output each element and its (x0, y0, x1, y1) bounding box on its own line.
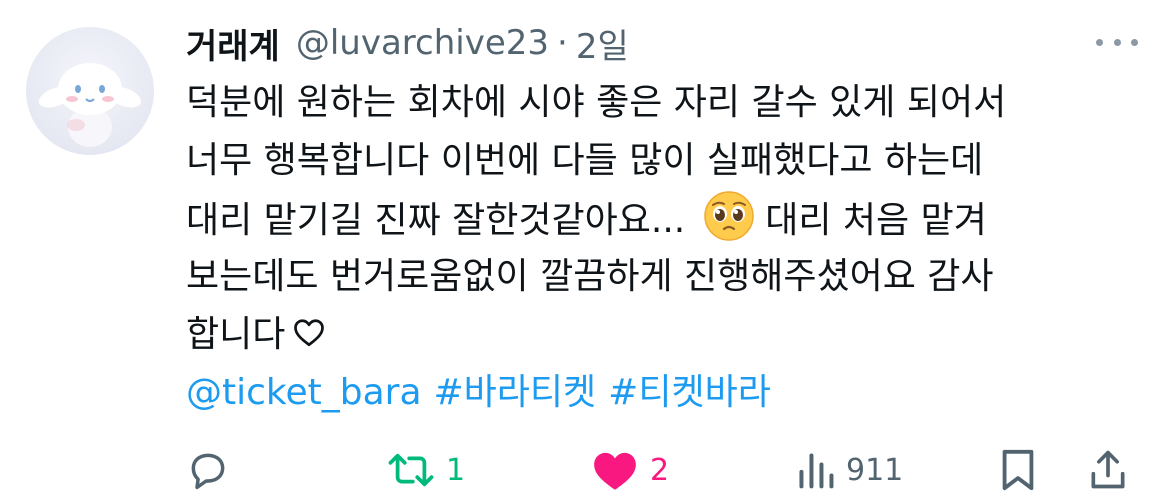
timestamp[interactable]: 2일 (576, 19, 629, 68)
bookmark-button[interactable] (998, 440, 1038, 500)
text-segment: 대리 처음 맡겨 (765, 200, 987, 241)
bookmark-icon (1002, 449, 1034, 491)
hashtag-link[interactable]: #바라티켓 (434, 372, 597, 413)
text-line: 너무 행복합니다 이번에 다들 많이 실패했다고 하는데 (186, 140, 984, 181)
avatar[interactable] (26, 27, 154, 155)
views-icon (799, 453, 834, 489)
hashtag-link[interactable]: #티켓바라 (608, 372, 771, 413)
views-count: 911 (846, 452, 904, 488)
more-icon[interactable] (1090, 30, 1144, 54)
mention-link[interactable]: @ticket_bara (186, 372, 422, 413)
tweet-text: 덕분에 원하는 회차에 시야 좋은 자리 갈수 있게 되어서 너무 행복합니다 … (186, 74, 1156, 422)
views-button[interactable]: 911 (796, 440, 903, 500)
text-segment: 합니다 (186, 314, 286, 355)
like-count: 2 (650, 452, 670, 488)
heart-outline-icon (294, 319, 325, 347)
share-button[interactable] (1086, 440, 1130, 500)
display-name[interactable]: 거래계 (186, 19, 280, 68)
text-line: 대리 맡기길 진짜 잘한것같아요... 대리 처음 맡겨 (186, 190, 1156, 248)
user-handle[interactable]: @luvarchive23 (296, 23, 549, 63)
tweet-header: 거래계 @luvarchive23 · 2일 (186, 18, 629, 68)
share-icon (1091, 450, 1125, 489)
repost-button[interactable]: 1 (386, 440, 465, 500)
text-line: 합니다 (186, 306, 1156, 364)
reply-button[interactable] (186, 440, 240, 500)
text-segment: 대리 맡기길 진짜 잘한것같아요... (186, 200, 686, 241)
like-button[interactable]: 2 (590, 440, 669, 500)
repost-count: 1 (446, 452, 466, 488)
separator-dot: · (557, 23, 568, 63)
reply-icon (191, 453, 225, 490)
tag-line: @ticket_bara #바라티켓 #티켓바라 (186, 364, 1156, 422)
text-line: 보는데도 번거로움없이 깔끔하게 진행해주셨어요 감사 (186, 256, 994, 297)
avatar-image (38, 63, 142, 147)
text-line: 덕분에 원하는 회차에 시야 좋은 자리 갈수 있게 되어서 (186, 82, 1007, 123)
repost-icon (388, 453, 434, 487)
like-icon (594, 452, 636, 490)
action-bar: 1 2 911 (0, 440, 1170, 500)
pleading-face-emoji-icon (704, 191, 754, 241)
